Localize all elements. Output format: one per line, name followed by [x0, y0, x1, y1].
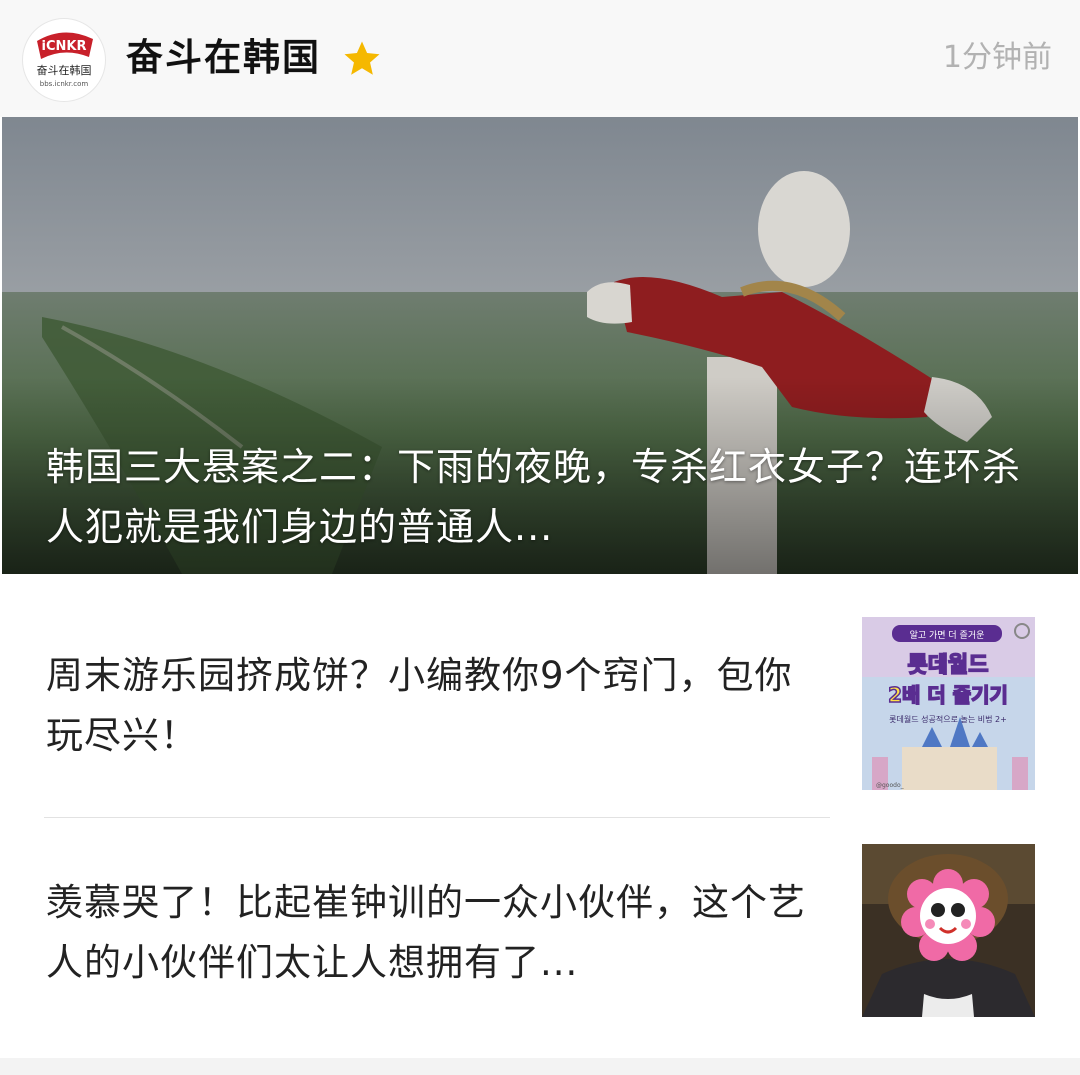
article-title: 羡慕哭了！比起崔钟训的一众小伙伴，这个艺人的小伙伴们太让人想拥有了...	[46, 881, 806, 984]
avatar-logo-text: iCNKR	[42, 39, 87, 54]
star-icon	[344, 41, 380, 75]
article-thumbnail	[862, 844, 1035, 1017]
account-avatar[interactable]: iCNKR 奋斗在韩国 bbs.icnkr.com	[22, 18, 106, 102]
list-item[interactable]: 周末游乐园挤成饼？小编教你9个窍门，包你玩尽兴！ 알고 가면 더 즐거운 롯데월…	[0, 574, 1080, 818]
card-bottom-edge	[0, 1058, 1080, 1075]
avatar-url: bbs.icnkr.com	[40, 80, 89, 88]
thumbnail-banner-text: 알고 가면 더 즐거운	[910, 630, 985, 641]
hero-article[interactable]: 韩国三大悬案之二：下雨的夜晚，专杀红衣女子？连环杀人犯就是我们身边的普通人...	[2, 117, 1078, 574]
lotte-world-thumbnail-image: 알고 가면 더 즐거운 롯데월드 2배 더 즐기기 롯데월드 성공적으로 놀는 …	[862, 617, 1035, 790]
thumbnail-headline: 롯데월드	[908, 653, 989, 678]
thumbnail-subheadline: 2배 더 즐기기	[888, 683, 1008, 707]
article-thumbnail: 알고 가면 더 즐거운 롯데월드 2배 더 즐기기 롯데월드 성공적으로 놀는 …	[862, 617, 1035, 790]
card-header: iCNKR 奋斗在韩国 bbs.icnkr.com 奋斗在韩国 1分钟前	[0, 0, 1080, 117]
thumbnail-caption: 롯데월드 성공적으로 놀는 비법 2+	[889, 714, 1007, 724]
account-name[interactable]: 奋斗在韩国	[126, 34, 321, 82]
article-title: 周末游乐园挤成饼？小编教你9个窍门，包你玩尽兴！	[46, 654, 793, 757]
celebrity-thumbnail-image	[862, 844, 1035, 1017]
icnkr-logo-icon: iCNKR 奋斗在韩国 bbs.icnkr.com	[37, 32, 93, 88]
hero-title: 韩国三大悬案之二：下雨的夜晚，专杀红衣女子？连环杀人犯就是我们身边的普通人...	[46, 445, 1022, 549]
publish-time: 1分钟前	[942, 40, 1052, 75]
article-card: iCNKR 奋斗在韩国 bbs.icnkr.com 奋斗在韩国 1分钟前 韩国三…	[0, 0, 1080, 1075]
list-item[interactable]: 羡慕哭了！比起崔钟训的一众小伙伴，这个艺人的小伙伴们太让人想拥有了...	[0, 818, 1080, 1058]
avatar-caption: 奋斗在韩国	[37, 63, 92, 77]
thumbnail-credit: @goodo_	[876, 782, 905, 789]
